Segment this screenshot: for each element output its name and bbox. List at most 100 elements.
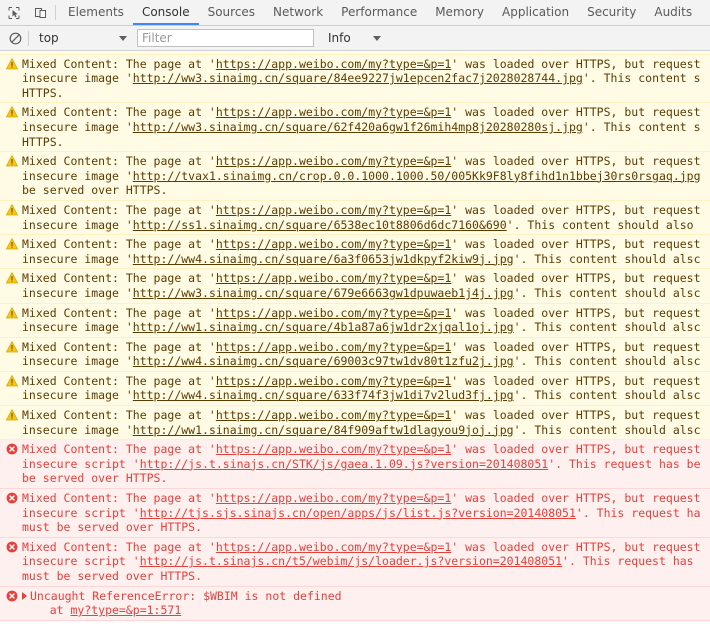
console-message[interactable]: Mixed Content: The page at 'https://app.… [0,303,710,338]
console-link[interactable]: http://ww1.sinaimg.cn/square/4b1a87a6jw1… [133,320,514,334]
error-icon [6,541,18,553]
warning-icon [6,203,18,216]
console-link[interactable]: my?type=&p=1:571 [70,603,181,617]
tab-label: Memory [435,4,485,19]
toolbar-divider [55,5,56,20]
tab-sources[interactable]: Sources [199,0,264,25]
chevron-down-icon [372,35,381,41]
console-message[interactable]: Mixed Content: The page at 'https://app.… [0,537,710,587]
console-link[interactable]: http://ww3.sinaimg.cn/square/679e6663gw1… [133,286,514,300]
console-link[interactable]: https://app.weibo.com/my?type=&p=1 [216,540,451,554]
console-prompt[interactable]: › [0,620,710,626]
tab-label: Security [587,4,637,19]
console-text: ' was loaded over HTTPS, but request [451,373,701,388]
console-link[interactable]: https://app.weibo.com/my?type=&p=1 [216,203,451,217]
console-link[interactable]: https://app.weibo.com/my?type=&p=1 [216,374,451,388]
tab-application[interactable]: Application [493,0,578,25]
console-link[interactable]: https://app.weibo.com/my?type=&p=1 [216,442,451,456]
console-link[interactable]: http://ww4.sinaimg.cn/square/69003c97tw1… [133,354,514,368]
tab-memory[interactable]: Memory [426,0,493,25]
tab-network[interactable]: Network [264,0,332,25]
console-link[interactable]: https://app.weibo.com/my?type=&p=1 [216,408,451,422]
filter-input[interactable] [137,29,314,47]
log-level-selector[interactable]: Info [324,29,385,48]
console-text: ' was loaded over HTTPS, but request [451,271,701,286]
tab-console[interactable]: Console [132,0,199,25]
tab-label: Audits [654,4,693,19]
console-message[interactable]: Mixed Content: The page at 'https://app.… [0,54,710,104]
console-text: ' was loaded over HTTPS, but request [451,202,701,217]
console-link[interactable]: https://app.weibo.com/my?type=&p=1 [216,306,451,320]
tab-performance[interactable]: Performance [332,0,426,25]
console-link[interactable]: http://ww3.sinaimg.cn/square/62f420a6gw1… [133,120,583,134]
console-text: '. This content should alsc [513,388,701,403]
console-text: HTTPS. [22,85,64,100]
chevron-down-icon [119,35,127,41]
console-message[interactable]: Mixed Content: The page at 'https://app.… [0,152,710,201]
tab-elements[interactable]: Elements [59,0,133,25]
console-text: Mixed Content: The page at ' [22,271,216,286]
console-message-list[interactable]: HTTPS.Mixed Content: The page at 'https:… [0,52,710,626]
console-text: insecure image ' [22,217,133,232]
tab-label: Elements [68,4,124,19]
console-link[interactable]: https://app.weibo.com/my?type=&p=1 [216,57,451,71]
console-text: ' was loaded over HTTPS, but request [451,339,701,354]
tab-label: Console [141,4,190,19]
warning-icon [6,306,18,318]
console-text: insecure script ' [22,456,140,471]
console-link[interactable]: http://ww1.sinaimg.cn/square/84f909aftw1… [133,423,514,437]
console-link[interactable]: http://ww3.sinaimg.cn/square/84ee9227jw1… [133,71,583,85]
console-text: ' was loaded over HTTPS, but request [451,491,701,506]
console-message[interactable]: Mixed Content: The page at 'https://app.… [0,269,710,304]
console-text: Mixed Content: The page at ' [22,202,216,217]
tab-label: Sources [207,4,256,19]
expand-arrow-icon[interactable] [22,592,27,601]
console-link[interactable]: https://app.weibo.com/my?type=&p=1 [216,105,451,119]
clear-console-icon[interactable] [4,28,26,49]
inspect-element-icon[interactable] [0,0,27,25]
console-text: ' was loaded over HTTPS, but request [451,105,701,120]
console-link[interactable]: https://app.weibo.com/my?type=&p=1 [216,237,451,251]
console-message[interactable]: Mixed Content: The page at 'https://app.… [0,235,710,270]
console-message[interactable]: Mixed Content: The page at 'https://app.… [0,440,710,490]
console-text: Mixed Content: The page at ' [22,408,216,423]
console-message[interactable]: Mixed Content: The page at 'https://app.… [0,337,710,372]
tab-security[interactable]: Security [578,0,645,25]
device-toolbar-icon[interactable] [27,0,54,25]
console-message[interactable]: Uncaught ReferenceError: $WBIM is not de… [0,586,710,621]
console-link[interactable]: http://tjs.sjs.sinajs.cn/open/apps/js/li… [140,506,576,520]
console-link[interactable]: https://app.weibo.com/my?type=&p=1 [216,154,451,168]
console-message[interactable]: Mixed Content: The page at 'https://app.… [0,200,710,236]
console-link[interactable]: http://ww4.sinaimg.cn/square/6a3f0653jw1… [133,252,514,266]
console-link[interactable]: http://tvax1.sinaimg.cn/crop.0.0.1000.10… [133,169,701,183]
console-link[interactable]: http://js.t.sinajs.cn/STK/js/gaea.1.09.j… [140,457,549,471]
console-text: Mixed Content: The page at ' [22,539,216,554]
console-filter-bar: top Info [0,26,710,51]
console-message[interactable]: Mixed Content: The page at 'https://app.… [0,406,710,441]
console-text: Mixed Content: The page at ' [22,105,216,120]
console-link[interactable]: https://app.weibo.com/my?type=&p=1 [216,340,451,354]
tab-audits[interactable]: Audits [645,0,701,25]
console-link[interactable]: https://app.weibo.com/my?type=&p=1 [216,491,451,505]
console-link[interactable]: http://js.t.sinajs.cn/t5/webim/js/loader… [140,554,562,568]
console-link[interactable]: http://ss1.sinaimg.cn/square/6538ec10t88… [133,218,507,232]
console-text: ' was loaded over HTTPS, but request [451,237,701,252]
console-link[interactable]: https://app.weibo.com/my?type=&p=1 [216,271,451,285]
console-text: ' was loaded over HTTPS, but request [451,539,701,554]
console-message[interactable]: Mixed Content: The page at 'https://app.… [0,371,710,407]
filterbar-divider [28,30,29,46]
console-text: Mixed Content: The page at ' [22,154,216,169]
console-message[interactable]: Mixed Content: The page at 'https://app.… [0,489,710,538]
warning-icon [6,106,18,118]
execution-context-selector[interactable]: top [33,29,131,48]
devtools-tabbar: Elements Console Sources Network Perform… [0,0,710,26]
tab-label: Network [273,4,324,19]
console-text: ' was loaded over HTTPS, but request [451,442,701,457]
console-message[interactable]: Mixed Content: The page at 'https://app.… [0,103,710,153]
console-text: '. This content should alsc [513,354,701,369]
warning-icon [6,57,18,69]
console-link[interactable]: http://ww4.sinaimg.cn/square/633f74f3jw1… [133,388,514,402]
console-text: insecure image ' [22,119,133,134]
console-text: ' was loaded over HTTPS, but request [451,305,701,320]
console-text: insecure image ' [22,251,133,266]
